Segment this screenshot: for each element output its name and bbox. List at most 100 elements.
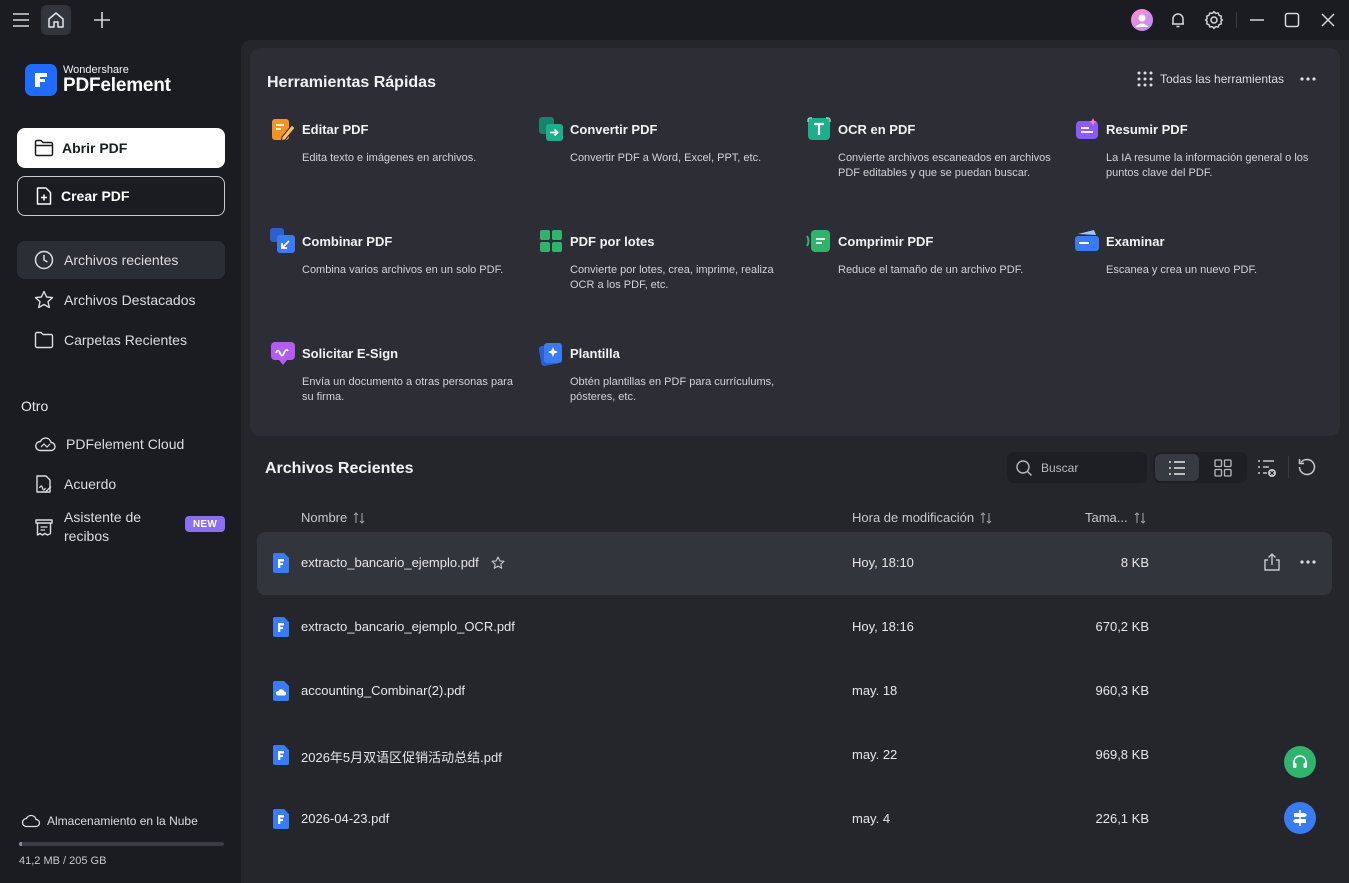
new-badge: NEW: [185, 516, 225, 532]
column-header-size[interactable]: Tama...: [1085, 510, 1146, 525]
file-modified: may. 4: [852, 811, 891, 826]
table-row[interactable]: extracto_bancario_ejemplo_OCR.pdf Hoy, 1…: [257, 596, 1332, 659]
sidebar-item-starred-files[interactable]: Archivos Destacados: [17, 281, 225, 319]
receipt-icon: [35, 519, 53, 536]
pdf-file-icon: [273, 745, 289, 765]
tool-name: Solicitar E-Sign: [302, 345, 399, 361]
tool-combine-pdf[interactable]: Combinar PDF Combina varios archivos en …: [270, 228, 520, 278]
list-view-icon[interactable]: [1155, 454, 1199, 481]
open-pdf-button[interactable]: Abrir PDF: [17, 128, 225, 168]
tool-compress-pdf[interactable]: Comprimir PDF Reduce el tamaño de un arc…: [806, 228, 1056, 278]
share-icon[interactable]: [1262, 552, 1282, 572]
pdfelement-logo-icon: [25, 64, 57, 96]
template-icon: [538, 340, 564, 366]
ocr-icon: [806, 116, 832, 142]
create-pdf-label: Crear PDF: [61, 188, 130, 204]
gear-icon[interactable]: [1199, 5, 1229, 35]
new-tab-icon[interactable]: [87, 5, 117, 35]
sidebar-item-receipt-assistant[interactable]: Asistente de recibos: [17, 505, 177, 549]
grid-dots-icon: [1137, 71, 1153, 87]
column-header-name[interactable]: Nombre: [301, 510, 365, 525]
combine-pdf-icon: [270, 228, 296, 254]
grid-view-icon[interactable]: [1201, 454, 1245, 481]
file-modified: may. 22: [852, 747, 898, 762]
title-bar: [0, 0, 1349, 40]
more-options-icon[interactable]: [1299, 554, 1317, 570]
column-label: Nombre: [301, 510, 348, 525]
table-row[interactable]: 2026年5月双语区促销活动总结.pdf may. 22 969,8 KB: [257, 724, 1332, 787]
tool-convert-pdf[interactable]: Convertir PDF Convertir PDF a Word, Exce…: [538, 116, 788, 166]
file-modified: may. 18: [852, 683, 898, 698]
open-pdf-label: Abrir PDF: [62, 140, 128, 156]
minimize-icon[interactable]: [1242, 5, 1272, 35]
storage-progress-fill: [19, 842, 23, 846]
search-icon: [1016, 459, 1032, 476]
column-label: Hora de modificación: [852, 510, 975, 525]
tool-description: La IA resume la información general o lo…: [1106, 152, 1309, 179]
refresh-icon[interactable]: [1297, 457, 1317, 477]
more-options-icon[interactable]: [1299, 71, 1317, 87]
sidebar-item-recent-files[interactable]: Archivos recientes: [17, 241, 225, 279]
sidebar: Wondershare PDFelement Abrir PDF Crear P…: [0, 40, 241, 883]
tool-edit-pdf[interactable]: Editar PDF Edita texto e imágenes en arc…: [270, 116, 520, 166]
pdf-file-icon: [273, 553, 289, 573]
tool-description: Reduce el tamaño de un archivo PDF.: [838, 264, 1024, 276]
tool-request-esign[interactable]: Solicitar E-Sign Envía un documento a ot…: [270, 340, 520, 405]
edit-pdf-icon: [270, 116, 296, 142]
home-icon[interactable]: [41, 5, 71, 35]
tool-summarize-pdf[interactable]: Resumir PDF La IA resume la información …: [1074, 116, 1324, 181]
sidebar-item-recent-folders[interactable]: Carpetas Recientes: [17, 321, 225, 359]
cloud-icon: [35, 437, 56, 452]
tool-template[interactable]: Plantilla Obtén plantillas en PDF para c…: [538, 340, 788, 405]
cloud-storage-icon: [21, 814, 41, 828]
tool-ocr-pdf[interactable]: OCR en PDF Convierte archivos escaneados…: [806, 116, 1056, 181]
search-input[interactable]: Buscar: [1007, 452, 1147, 483]
storage-label: Almacenamiento en la Nube: [47, 814, 198, 828]
sidebar-item-label: Asistente de recibos: [64, 509, 142, 544]
search-placeholder: Buscar: [1041, 460, 1079, 475]
all-tools-label: Todas las herramientas: [1160, 72, 1285, 86]
clear-list-icon[interactable]: [1257, 458, 1277, 478]
star-icon[interactable]: [491, 555, 505, 570]
table-row[interactable]: 2026-04-23.pdf may. 4 226,1 KB: [257, 788, 1332, 851]
menu-icon[interactable]: [6, 5, 36, 35]
cloud-pdf-file-icon: [273, 681, 289, 701]
quick-tools-panel: Herramientas Rápidas Todas las herramien…: [250, 48, 1340, 436]
file-size: 969,8 KB: [1095, 747, 1150, 762]
folder-icon: [34, 331, 54, 349]
file-modified: Hoy, 18:16: [852, 619, 914, 634]
cloud-storage-label[interactable]: Almacenamiento en la Nube: [21, 814, 198, 828]
logo: Wondershare PDFelement: [25, 64, 171, 96]
recent-files-title: Archivos Recientes: [265, 460, 414, 477]
table-row[interactable]: accounting_Combinar(2).pdf may. 18 960,3…: [257, 660, 1332, 723]
storage-progress-bar: [19, 842, 224, 846]
sign-document-icon: [36, 475, 52, 493]
tool-scan[interactable]: Examinar Escanea y crea un nuevo PDF.: [1074, 228, 1324, 278]
pdf-file-icon: [273, 809, 289, 829]
sidebar-item-cloud[interactable]: PDFelement Cloud: [17, 425, 225, 463]
tool-name: Combinar PDF: [302, 233, 393, 249]
tool-batch-pdf[interactable]: PDF por lotes Convierte por lotes, crea,…: [538, 228, 788, 293]
avatar-icon[interactable]: [1127, 5, 1157, 35]
add-file-icon: [36, 187, 52, 205]
tool-name: Resumir PDF: [1106, 121, 1188, 137]
sidebar-item-agreement[interactable]: Acuerdo: [17, 465, 225, 503]
tool-name: Examinar: [1106, 233, 1165, 249]
file-name: extracto_bancario_ejemplo.pdf: [301, 555, 479, 570]
file-modified: Hoy, 18:10: [852, 555, 914, 570]
close-icon[interactable]: [1313, 5, 1343, 35]
bell-icon[interactable]: [1163, 5, 1193, 35]
tool-description: Convierte archivos escaneados en archivo…: [838, 152, 1051, 179]
file-name: 2026-04-23.pdf: [301, 811, 390, 826]
table-row[interactable]: extracto_bancario_ejemplo.pdf Hoy, 18:10…: [257, 532, 1332, 595]
tool-description: Obtén plantillas en PDF para currículums…: [570, 376, 775, 403]
tool-description: Envía un documento a otras personas para…: [302, 376, 513, 403]
support-headset-button[interactable]: [1284, 746, 1316, 778]
create-pdf-button[interactable]: Crear PDF: [17, 176, 225, 216]
column-header-modified[interactable]: Hora de modificación: [852, 510, 992, 525]
tool-name: OCR en PDF: [838, 121, 916, 137]
guide-signpost-button[interactable]: [1284, 802, 1316, 834]
all-tools-button[interactable]: Todas las herramientas: [1137, 71, 1284, 87]
maximize-icon[interactable]: [1277, 5, 1307, 35]
tool-description: Edita texto e imágenes en archivos.: [302, 152, 477, 164]
